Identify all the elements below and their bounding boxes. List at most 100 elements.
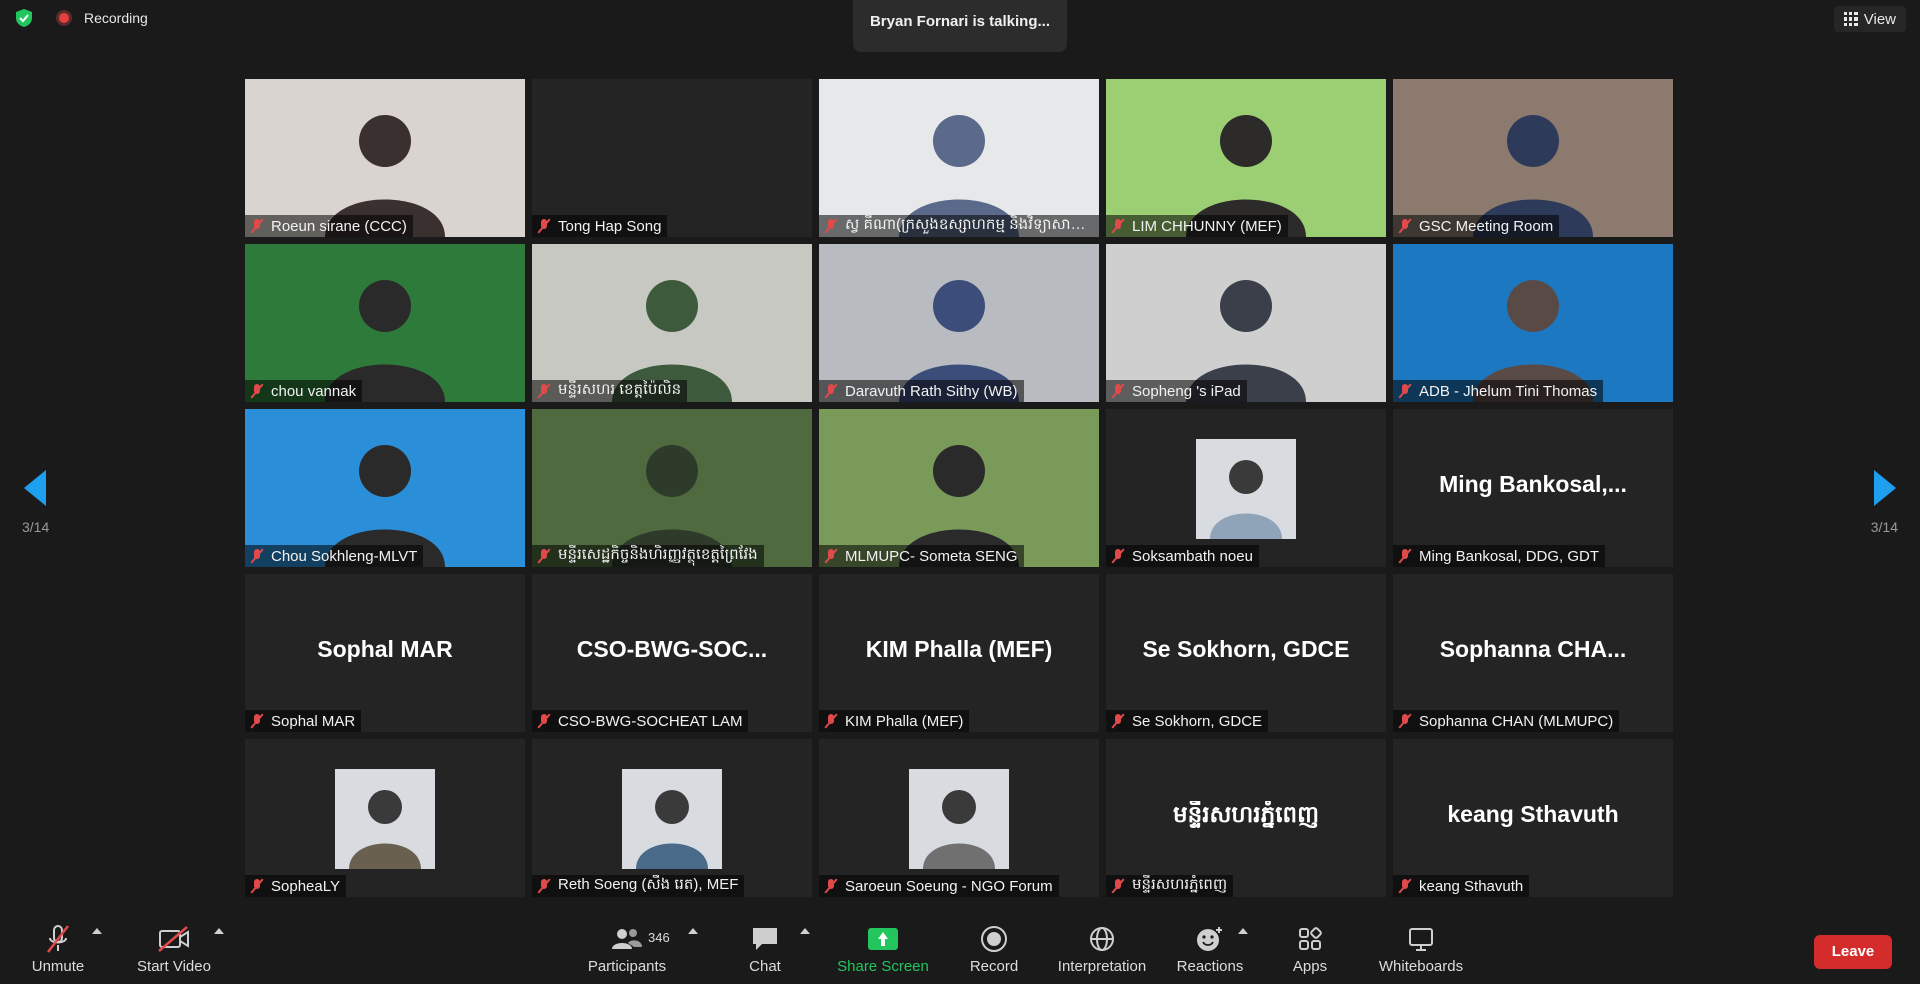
participant-tile[interactable]: CSO-BWG-SOC... CSO-BWG-SOCHEAT LAM: [532, 574, 812, 732]
participant-tile[interactable]: មន្ទីរសហរភ្នំពេញ មន្ទីរសហរភ្នំពេញ: [1106, 739, 1386, 897]
participant-tile[interactable]: ADB - Jhelum Tini Thomas: [1393, 244, 1673, 402]
participant-nameplate: chou vannak: [245, 380, 363, 402]
chat-button[interactable]: Chat: [740, 922, 790, 975]
participant-tile[interactable]: Daravuth Rath Sithy (WB): [819, 244, 1099, 402]
start-video-button[interactable]: Start Video: [132, 922, 216, 975]
microphone-muted-icon: [1110, 383, 1126, 399]
share-screen-button[interactable]: Share Screen: [836, 922, 930, 975]
participant-tile[interactable]: Reth Soeng (សឹង រេត), MEF: [532, 739, 812, 897]
participant-profile-photo: [335, 769, 435, 869]
recording-icon[interactable]: [56, 10, 72, 26]
recording-label[interactable]: Recording: [84, 10, 148, 26]
participant-silhouette-icon: [899, 115, 1019, 237]
profile-avatar-icon: [923, 790, 995, 869]
participant-tile[interactable]: GSC Meeting Room: [1393, 79, 1673, 237]
participants-options-chevron-up-icon[interactable]: [688, 928, 698, 934]
record-icon: [981, 926, 1007, 952]
participant-profile-photo: [622, 769, 722, 869]
participant-display-name: KIM Phalla (MEF): [865, 636, 1053, 662]
participant-tile[interactable]: មន្ទីរសហរ ខេត្តប៉ៃលិន: [532, 244, 812, 402]
participant-nameplate: Tong Hap Song: [532, 215, 668, 237]
security-shield-icon[interactable]: [14, 8, 34, 28]
apps-icon: [1299, 927, 1322, 950]
meeting-controls-toolbar: Unmute Start Video Participants 346 Chat…: [0, 916, 1920, 984]
microphone-muted-icon: [823, 713, 839, 729]
participant-tile[interactable]: Se Sokhorn, GDCE Se Sokhorn, GDCE: [1106, 574, 1386, 732]
unmute-button[interactable]: Unmute: [22, 922, 94, 975]
next-page-arrow-icon[interactable]: [1874, 470, 1896, 506]
participant-video: [245, 409, 525, 567]
microphone-muted-icon: [1397, 878, 1413, 894]
participant-nameplate: Daravuth Rath Sithy (WB): [819, 380, 1024, 402]
participant-nameplate: មន្ទីរសហរភ្នំពេញ: [1106, 875, 1234, 897]
participant-display-name: keang Sthavuth: [1447, 801, 1619, 827]
interpretation-button[interactable]: Interpretation: [1050, 922, 1154, 975]
participant-tile[interactable]: keang Sthavuth keang Sthavuth: [1393, 739, 1673, 897]
reactions-options-chevron-up-icon[interactable]: [1238, 928, 1248, 934]
reactions-button[interactable]: Reactions: [1174, 922, 1246, 975]
participant-tile[interactable]: Chou Sokhleng-MLVT: [245, 409, 525, 567]
leave-button[interactable]: Leave: [1814, 935, 1892, 969]
microphone-muted-icon: [249, 383, 265, 399]
profile-avatar-icon: [636, 790, 708, 869]
whiteboards-button[interactable]: Whiteboards: [1374, 922, 1468, 975]
share-screen-icon: [868, 928, 898, 950]
participant-name: Reth Soeng (សឹង រេត), MEF: [558, 876, 739, 893]
microphone-muted-icon: [536, 218, 552, 234]
chat-bubble-icon: [753, 928, 777, 950]
video-options-chevron-up-icon[interactable]: [214, 928, 224, 934]
participant-name: Saroeun Soeung - NGO Forum: [845, 877, 1053, 895]
participant-display-name: Sophal MAR: [317, 636, 453, 662]
participant-tile[interactable]: Sophanna CHA... Sophanna CHAN (MLMUPC): [1393, 574, 1673, 732]
participant-tile[interactable]: LIM CHHUNNY (MEF): [1106, 79, 1386, 237]
audio-options-chevron-up-icon[interactable]: [92, 928, 102, 934]
participant-nameplate: Roeun sirane (CCC): [245, 215, 413, 237]
participant-tile[interactable]: មន្ទីរសេដ្ឋកិច្ចនិងហិរញ្ញវត្ថុខេត្តព្រៃវ…: [532, 409, 812, 567]
participant-profile-photo: [1196, 439, 1296, 539]
participant-tile[interactable]: KIM Phalla (MEF) KIM Phalla (MEF): [819, 574, 1099, 732]
active-speaker-banner: Bryan Fornari is talking...: [853, 0, 1067, 52]
participant-tile[interactable]: Saroeun Soeung - NGO Forum: [819, 739, 1099, 897]
microphone-muted-icon: [823, 218, 839, 234]
microphone-muted-icon: [536, 878, 552, 894]
microphone-muted-icon: [249, 548, 265, 564]
participant-tile[interactable]: Soksambath noeu: [1106, 409, 1386, 567]
whiteboards-label: Whiteboards: [1378, 958, 1464, 975]
record-button[interactable]: Record: [964, 922, 1024, 975]
participant-name: Soksambath noeu: [1132, 547, 1253, 565]
participant-name: Tong Hap Song: [558, 217, 662, 235]
participant-name: មន្ទីរសហរភ្នំពេញ: [1132, 876, 1228, 893]
participant-tile[interactable]: MLMUPC- Someta SENG: [819, 409, 1099, 567]
participant-tile[interactable]: Sopheng 's iPad: [1106, 244, 1386, 402]
participant-nameplate: KIM Phalla (MEF): [819, 710, 970, 732]
participant-video: [1393, 244, 1673, 402]
participant-name: មន្ទីរសហរ ខេត្តប៉ៃលិន: [558, 381, 682, 398]
microphone-muted-icon: [1397, 383, 1413, 399]
participant-tile[interactable]: chou vannak: [245, 244, 525, 402]
chat-options-chevron-up-icon[interactable]: [800, 928, 810, 934]
apps-button[interactable]: Apps: [1286, 922, 1334, 975]
participant-tile[interactable]: Ming Bankosal,... Ming Bankosal, DDG, GD…: [1393, 409, 1673, 567]
participant-tile[interactable]: Sophal MAR Sophal MAR: [245, 574, 525, 732]
participant-tile[interactable]: SopheaLY: [245, 739, 525, 897]
participant-name: Daravuth Rath Sithy (WB): [845, 382, 1018, 400]
participant-nameplate: CSO-BWG-SOCHEAT LAM: [532, 710, 749, 732]
participant-tile[interactable]: Tong Hap Song: [532, 79, 812, 237]
participant-silhouette-icon: [325, 115, 445, 237]
previous-page-arrow-icon[interactable]: [24, 470, 46, 506]
microphone-muted-icon: [47, 925, 69, 953]
microphone-muted-icon: [249, 713, 265, 729]
participant-tile[interactable]: ស្វ គីណា(ក្រសួងឧស្សាហកម្ម និងវិទ្យាសាស្ត…: [819, 79, 1099, 237]
whiteboard-icon: [1409, 928, 1433, 951]
microphone-muted-icon: [1397, 548, 1413, 564]
microphone-muted-icon: [1397, 713, 1413, 729]
participant-silhouette-icon: [612, 280, 732, 402]
microphone-muted-icon: [536, 383, 552, 399]
microphone-muted-icon: [249, 878, 265, 894]
participant-name: KIM Phalla (MEF): [845, 712, 964, 730]
view-button[interactable]: View: [1833, 6, 1906, 32]
participant-nameplate: MLMUPC- Someta SENG: [819, 545, 1024, 567]
participant-name: ADB - Jhelum Tini Thomas: [1419, 382, 1598, 400]
participant-tile[interactable]: Roeun sirane (CCC): [245, 79, 525, 237]
participant-nameplate: keang Sthavuth: [1393, 875, 1530, 897]
